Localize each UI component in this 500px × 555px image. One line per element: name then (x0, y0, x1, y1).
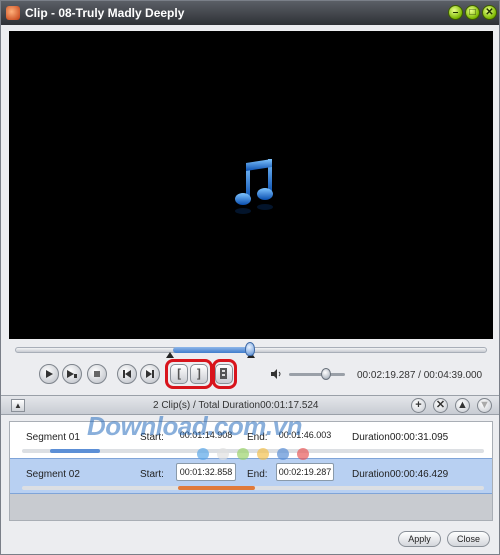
previous-button[interactable] (117, 364, 137, 384)
end-label: End: (247, 432, 268, 443)
total-duration-label: Total Duration (198, 400, 261, 411)
start-field[interactable]: 00:01:32.858 (176, 463, 236, 481)
set-start-button[interactable]: [ (170, 364, 188, 384)
clip-file-icon (220, 368, 227, 379)
volume-icon[interactable] (270, 369, 282, 379)
previous-icon (123, 370, 131, 378)
segment-range-bar (178, 486, 255, 490)
start-marker[interactable] (166, 352, 174, 358)
add-clip-button[interactable] (215, 364, 233, 384)
total-duration: 00:01:17.524 (260, 400, 319, 411)
play-button[interactable] (39, 364, 59, 384)
clip-summary: 2 Clip(s) / Total Duration00:01:17.524 (153, 400, 319, 411)
segment-name: Segment 01 (26, 432, 80, 443)
play-icon (46, 370, 53, 378)
move-up-button[interactable]: ▲ (455, 398, 470, 413)
next-icon (146, 370, 154, 378)
segment-row[interactable]: Segment 01 Start: 00:01:14.908 End: 00:0… (10, 422, 492, 458)
minimize-button[interactable]: – (448, 5, 463, 20)
stop-button[interactable] (87, 364, 107, 384)
clip-list-header: ▲ 2 Clip(s) / Total Duration00:01:17.524… (1, 395, 499, 415)
start-label: Start: (140, 469, 164, 480)
play-segment-icon (67, 370, 77, 378)
play-segment-button[interactable] (62, 364, 82, 384)
end-label: End: (247, 469, 268, 480)
move-down-button[interactable]: ▼ (477, 398, 492, 413)
time-readout: 00:02:19.287 / 00:04:39.000 (357, 370, 482, 381)
start-field[interactable]: 00:01:14.908 (176, 426, 236, 444)
window-title: Clip - 08-Truly Madly Deeply (25, 6, 185, 20)
end-field[interactable]: 00:01:46.003 (276, 426, 334, 444)
delete-segment-button[interactable]: ✕ (433, 398, 448, 413)
seek-selection (173, 347, 251, 353)
close-button[interactable]: ✕ (482, 5, 497, 20)
video-preview (9, 31, 493, 339)
segment-range-bar (50, 449, 100, 453)
duration-label: Duration (352, 432, 390, 443)
seek-handle[interactable] (245, 342, 255, 356)
clip-count: 2 Clip(s) / (153, 400, 196, 411)
segment-list: Segment 01 Start: 00:01:14.908 End: 00:0… (9, 421, 493, 521)
volume-handle[interactable] (321, 368, 331, 380)
title-bar[interactable]: Clip - 08-Truly Madly Deeply – □ ✕ (1, 1, 499, 25)
current-time: 00:02:19.287 (357, 370, 416, 381)
next-button[interactable] (140, 364, 160, 384)
duration-value: 00:00:46.429 (389, 469, 449, 480)
add-segment-button[interactable]: + (411, 398, 426, 413)
duration-value: 00:00:31.095 (389, 432, 449, 443)
volume-slider[interactable] (289, 373, 345, 376)
close-dialog-button[interactable]: Close (447, 531, 490, 547)
start-label: Start: (140, 432, 164, 443)
maximize-button[interactable]: □ (465, 5, 480, 20)
segment-name: Segment 02 (26, 469, 80, 480)
music-note-icon (235, 159, 273, 214)
segment-row-selected[interactable]: Segment 02 Start: 00:01:32.858 End: 00:0… (10, 458, 492, 494)
clip-window: Clip - 08-Truly Madly Deeply – □ ✕ [] 0… (0, 0, 500, 555)
time-separator: / (415, 370, 424, 381)
duration: Duration00:00:31.095 (352, 432, 448, 443)
stop-icon (94, 371, 100, 377)
duration: Duration00:00:46.429 (352, 469, 448, 480)
duration-label: Duration (352, 469, 390, 480)
apply-button[interactable]: Apply (398, 531, 441, 547)
collapse-button[interactable]: ▲ (11, 399, 25, 412)
app-icon (6, 6, 20, 20)
end-field[interactable]: 00:02:19.287 (276, 463, 334, 481)
total-time: 00:04:39.000 (423, 370, 483, 381)
set-end-button[interactable]: ] (190, 364, 208, 384)
